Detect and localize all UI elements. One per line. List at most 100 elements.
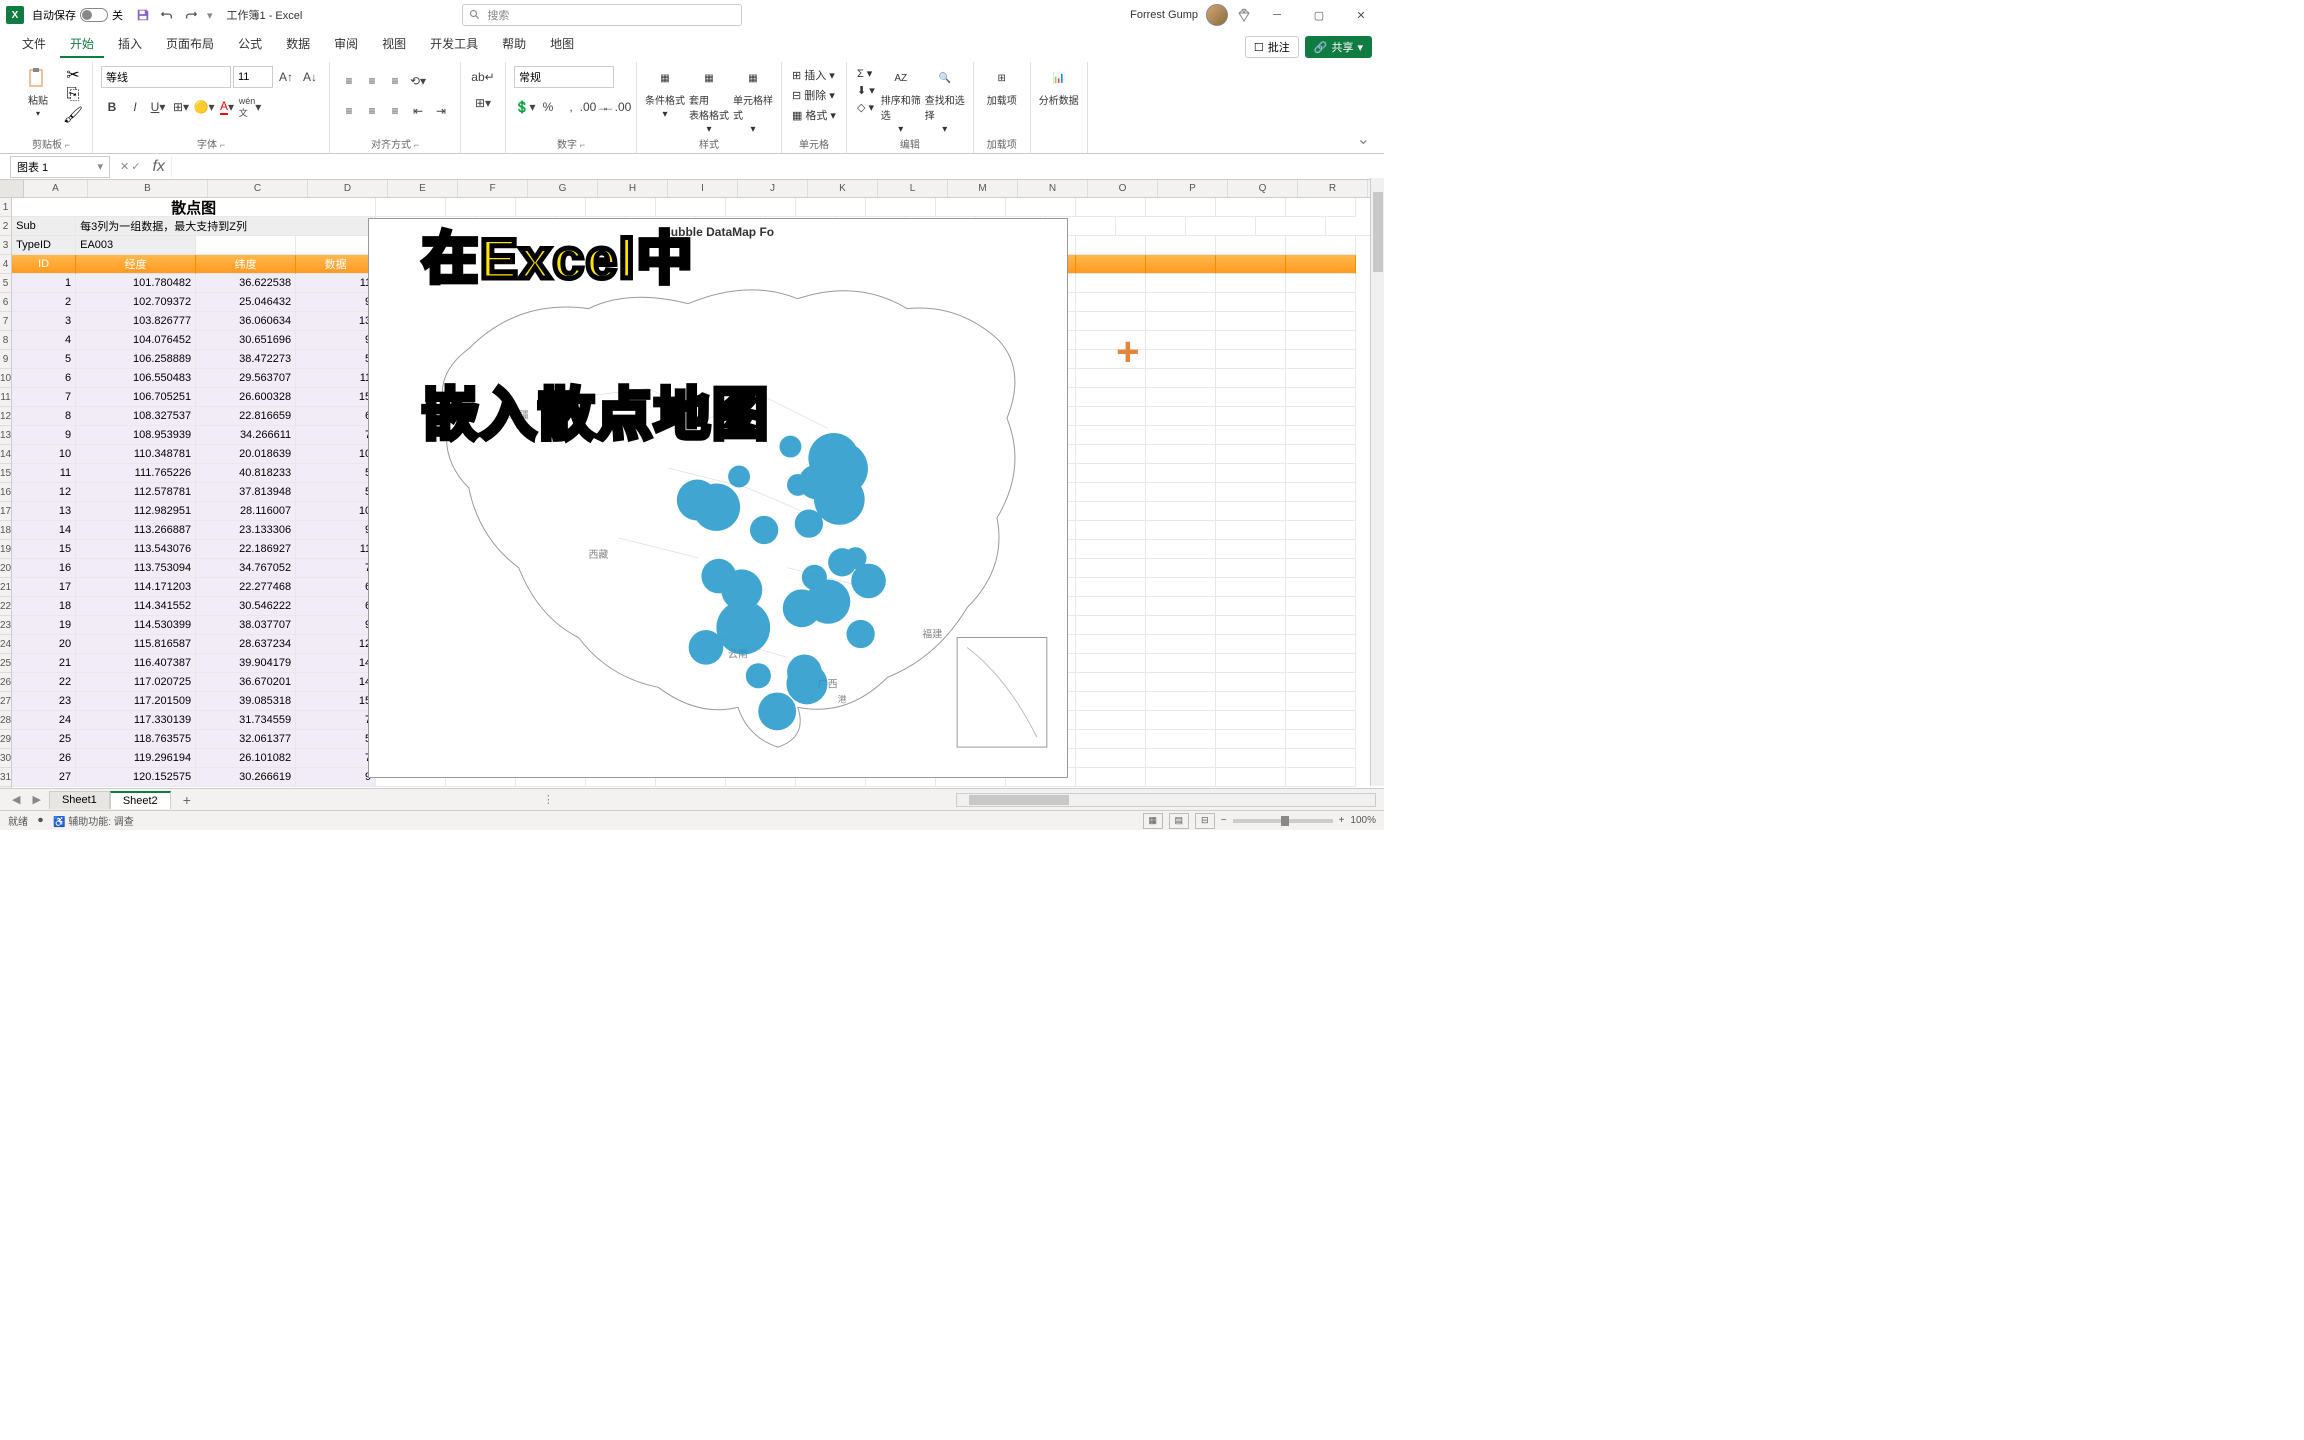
data-cell[interactable]: 119.296194: [76, 749, 196, 768]
col-header-O[interactable]: O: [1088, 180, 1158, 197]
col-header-N[interactable]: N: [1018, 180, 1088, 197]
data-cell[interactable]: 36.060634: [196, 312, 296, 331]
border-button[interactable]: ⊞▾: [170, 96, 192, 118]
decrease-font-icon[interactable]: A↓: [299, 66, 321, 88]
cell-style-button[interactable]: ▦单元格样式▾: [733, 66, 773, 135]
row-header-14[interactable]: 14: [0, 445, 11, 464]
row-header-28[interactable]: 28: [0, 711, 11, 730]
data-cell[interactable]: 28.116007: [196, 502, 296, 521]
table-header[interactable]: ID: [12, 255, 76, 274]
data-cell[interactable]: 22.816659: [196, 407, 296, 426]
row-header-2[interactable]: 2: [0, 217, 11, 236]
table-header[interactable]: 数据: [296, 255, 376, 274]
data-cell[interactable]: 27: [12, 768, 76, 787]
page-break-view-icon[interactable]: ⊟: [1195, 813, 1215, 829]
data-cell[interactable]: 25: [12, 730, 76, 749]
col-header-G[interactable]: G: [528, 180, 598, 197]
orientation-icon[interactable]: ⟲▾: [407, 70, 429, 92]
data-cell[interactable]: 6: [12, 369, 76, 388]
data-cell[interactable]: 26.101082: [196, 749, 296, 768]
data-cell[interactable]: 12: [12, 483, 76, 502]
macro-record-icon[interactable]: ⏺: [38, 815, 43, 826]
normal-view-icon[interactable]: ▦: [1143, 813, 1163, 829]
data-cell[interactable]: 7: [296, 426, 376, 445]
row-header-7[interactable]: 7: [0, 312, 11, 331]
data-cell[interactable]: 30.266619: [196, 768, 296, 787]
col-header-F[interactable]: F: [458, 180, 528, 197]
row-header-19[interactable]: 19: [0, 540, 11, 559]
data-cell[interactable]: 102.709372: [76, 293, 196, 312]
data-cell[interactable]: 36.622538: [196, 274, 296, 293]
data-cell[interactable]: 19: [12, 616, 76, 635]
data-cell[interactable]: 117.201509: [76, 692, 196, 711]
row-header-24[interactable]: 24: [0, 635, 11, 654]
row-header-17[interactable]: 17: [0, 502, 11, 521]
data-cell[interactable]: 1: [12, 274, 76, 293]
data-cell[interactable]: 108.953939: [76, 426, 196, 445]
paste-button[interactable]: 粘贴▾: [18, 66, 58, 118]
data-cell[interactable]: 11: [296, 369, 376, 388]
data-cell[interactable]: 120.152575: [76, 768, 196, 787]
data-cell[interactable]: 15: [296, 388, 376, 407]
ribbon-tab-1[interactable]: 开始: [60, 31, 104, 58]
data-cell[interactable]: 14: [12, 521, 76, 540]
font-name-select[interactable]: [101, 66, 231, 88]
indent-left-icon[interactable]: ⇤: [407, 100, 429, 122]
data-cell[interactable]: 11: [12, 464, 76, 483]
row-header-12[interactable]: 12: [0, 407, 11, 426]
close-button[interactable]: ✕: [1344, 3, 1378, 27]
row-header-16[interactable]: 16: [0, 483, 11, 502]
row-header-13[interactable]: 13: [0, 426, 11, 445]
data-cell[interactable]: 118.763575: [76, 730, 196, 749]
row-header-5[interactable]: 5: [0, 274, 11, 293]
sheet-title-cell[interactable]: 散点图: [12, 198, 376, 217]
data-cell[interactable]: 9: [296, 768, 376, 787]
zoom-in-icon[interactable]: +: [1339, 815, 1345, 826]
data-cell[interactable]: 104.076452: [76, 331, 196, 350]
data-cell[interactable]: 106.550483: [76, 369, 196, 388]
comments-button[interactable]: ☐ 批注: [1245, 36, 1299, 58]
data-cell[interactable]: 16: [12, 559, 76, 578]
cell[interactable]: Sub: [12, 217, 76, 236]
redo-icon[interactable]: [179, 3, 203, 27]
data-cell[interactable]: 5: [296, 483, 376, 502]
decrease-decimal-icon[interactable]: ←.00: [606, 96, 628, 118]
ribbon-tab-4[interactable]: 公式: [228, 31, 272, 58]
data-cell[interactable]: 30.546222: [196, 597, 296, 616]
data-cell[interactable]: 38.472273: [196, 350, 296, 369]
align-center-icon[interactable]: ≡: [361, 100, 383, 122]
data-cell[interactable]: 26: [12, 749, 76, 768]
data-cell[interactable]: 13: [296, 312, 376, 331]
data-cell[interactable]: 5: [296, 730, 376, 749]
align-bottom-icon[interactable]: ≡: [384, 70, 406, 92]
data-cell[interactable]: 22.186927: [196, 540, 296, 559]
data-cell[interactable]: 114.171203: [76, 578, 196, 597]
cell[interactable]: [1186, 217, 1256, 236]
data-cell[interactable]: 11: [296, 540, 376, 559]
sheet-tab-Sheet1[interactable]: Sheet1: [49, 791, 110, 809]
cell[interactable]: [1146, 236, 1216, 255]
data-cell[interactable]: 5: [296, 350, 376, 369]
sort-filter-button[interactable]: AZ排序和筛选▾: [881, 66, 921, 135]
diamond-icon[interactable]: [1236, 7, 1252, 23]
data-cell[interactable]: 34.767052: [196, 559, 296, 578]
data-cell[interactable]: 7: [12, 388, 76, 407]
row-header-25[interactable]: 25: [0, 654, 11, 673]
accessibility-status[interactable]: ♿ 辅助功能: 调查: [53, 813, 134, 828]
data-cell[interactable]: 15: [12, 540, 76, 559]
data-cell[interactable]: 7: [296, 749, 376, 768]
ribbon-tab-7[interactable]: 视图: [372, 31, 416, 58]
maximize-button[interactable]: ▢: [1302, 3, 1336, 27]
conditional-format-button[interactable]: ▦条件格式▾: [645, 66, 685, 120]
cell[interactable]: [1076, 236, 1146, 255]
data-cell[interactable]: 30.651696: [196, 331, 296, 350]
col-header-P[interactable]: P: [1158, 180, 1228, 197]
currency-icon[interactable]: 💲▾: [514, 96, 536, 118]
row-header-31[interactable]: 31: [0, 768, 11, 787]
data-cell[interactable]: 9: [296, 521, 376, 540]
page-layout-view-icon[interactable]: ▤: [1169, 813, 1189, 829]
data-cell[interactable]: 3: [12, 312, 76, 331]
data-cell[interactable]: 20.018639: [196, 445, 296, 464]
row-header-4[interactable]: 4: [0, 255, 11, 274]
data-cell[interactable]: 37.813948: [196, 483, 296, 502]
